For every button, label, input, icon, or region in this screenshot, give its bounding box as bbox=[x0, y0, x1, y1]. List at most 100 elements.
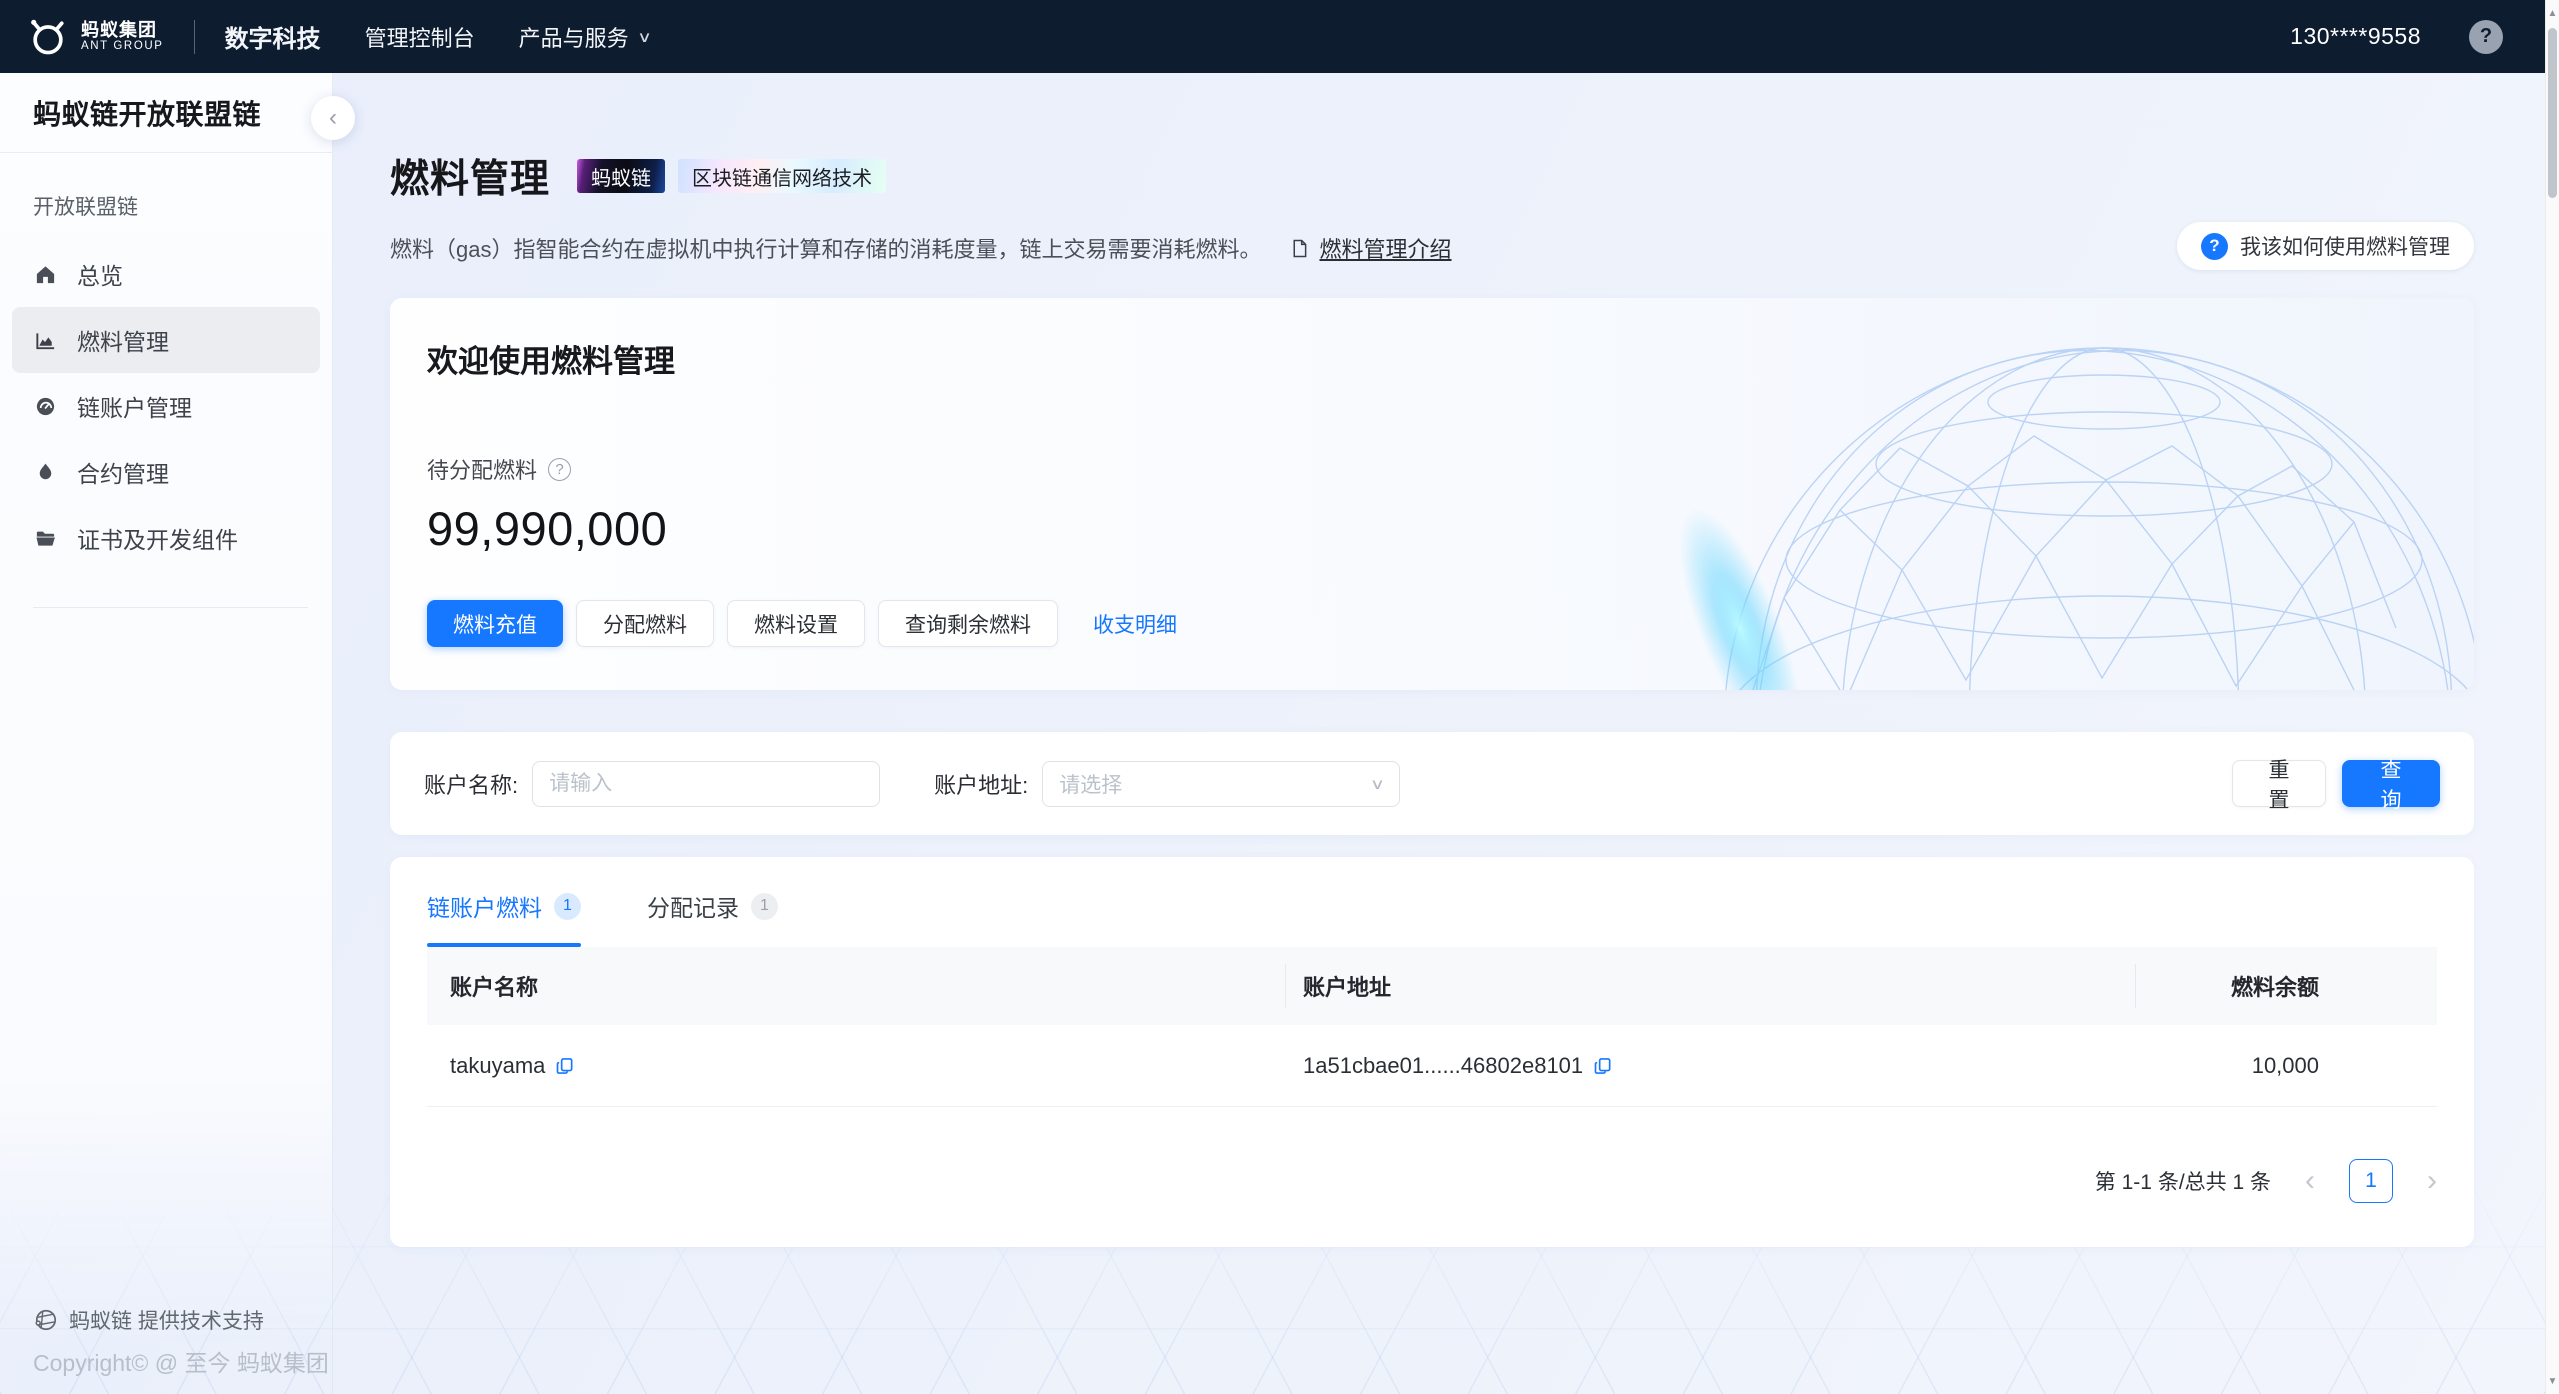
scroll-up-icon[interactable]: ▲ bbox=[2546, 0, 2559, 26]
sidebar-header: 蚂蚁链开放联盟链 bbox=[0, 73, 332, 153]
chevron-left-icon: ‹ bbox=[329, 104, 337, 132]
folder-icon bbox=[34, 527, 57, 550]
user-phone[interactable]: 130****9558 bbox=[2290, 23, 2421, 50]
fuel-intro-link[interactable]: 燃料管理介绍 bbox=[1319, 232, 1451, 264]
footer: 蚂蚁链 提供技术支持 Copyright© @ 至今 蚂蚁集团 bbox=[33, 1305, 329, 1378]
tab-allocation-records[interactable]: 分配记录 1 bbox=[647, 889, 778, 947]
nav-item-digital-tech[interactable]: 数字科技 bbox=[225, 19, 321, 54]
footer-provider: 蚂蚁链 提供技术支持 bbox=[33, 1305, 329, 1335]
sidebar-item-label: 燃料管理 bbox=[77, 323, 169, 357]
account-address-value: 1a51cbae01......46802e8101 bbox=[1303, 1053, 1583, 1079]
nav-item-products-label: 产品与服务 bbox=[519, 21, 629, 53]
chevron-down-icon: ∨ bbox=[1370, 775, 1385, 793]
antchain-icon bbox=[33, 1307, 59, 1333]
nav-item-products[interactable]: 产品与服务 ∨ bbox=[519, 21, 650, 53]
help-icon[interactable]: ? bbox=[2469, 20, 2503, 54]
sidebar-item-overview[interactable]: 总览 bbox=[12, 241, 320, 307]
fuel-settings-button[interactable]: 燃料设置 bbox=[727, 600, 865, 647]
page-badges: 蚂蚁链 区块链通信网络技术 bbox=[577, 159, 886, 193]
footer-copyright: Copyright© @ 至今 蚂蚁集团 bbox=[33, 1344, 329, 1378]
page-header-row: 燃料管理 蚂蚁链 区块链通信网络技术 bbox=[390, 148, 2474, 204]
pagination-page-1[interactable]: 1 bbox=[2349, 1159, 2393, 1203]
select-placeholder: 请选择 bbox=[1059, 769, 1122, 799]
copy-icon[interactable] bbox=[555, 1056, 575, 1076]
ant-logo-icon bbox=[26, 15, 70, 59]
reset-button[interactable]: 重 置 bbox=[2232, 760, 2326, 807]
pagination: 第 1-1 条/总共 1 条 ‹ 1 › bbox=[427, 1159, 2437, 1203]
query-remaining-fuel-button[interactable]: 查询剩余燃料 bbox=[878, 600, 1058, 647]
sidebar-item-certificates[interactable]: 证书及开发组件 bbox=[12, 505, 320, 571]
page-title: 燃料管理 bbox=[390, 148, 550, 204]
scroll-down-icon[interactable]: ▼ bbox=[2546, 1368, 2559, 1394]
page-description: 燃料（gas）指智能合约在虚拟机中执行计算和存储的消耗度量，链上交易需要消耗燃料… bbox=[390, 232, 1261, 264]
page-description-row: 燃料（gas）指智能合约在虚拟机中执行计算和存储的消耗度量，链上交易需要消耗燃料… bbox=[390, 232, 2474, 264]
question-circle-icon[interactable]: ? bbox=[548, 458, 571, 481]
sidebar-item-label: 链账户管理 bbox=[77, 389, 192, 423]
tab-chain-account-fuel[interactable]: 链账户燃料 1 bbox=[427, 889, 581, 947]
dashboard-icon bbox=[34, 395, 57, 418]
sidebar-item-fuel-management[interactable]: 燃料管理 bbox=[12, 307, 320, 373]
area-chart-icon bbox=[34, 329, 57, 352]
top-navbar: 蚂蚁集团 ANT GROUP 数字科技 管理控制台 产品与服务 ∨ 130***… bbox=[0, 0, 2545, 73]
page-scrollbar[interactable]: ▲ ▼ bbox=[2545, 0, 2559, 1394]
badge-blockchain-tech: 区块链通信网络技术 bbox=[678, 159, 886, 193]
table-card: 链账户燃料 1 分配记录 1 账户名称 账户地址 燃料余额 takuyama bbox=[390, 857, 2474, 1247]
pagination-prev-icon[interactable]: ‹ bbox=[2305, 1166, 2315, 1196]
flame-icon bbox=[34, 461, 57, 484]
tab-label: 分配记录 bbox=[647, 889, 739, 923]
cell-account-address: 1a51cbae01......46802e8101 bbox=[1285, 1053, 2135, 1079]
pagination-summary: 第 1-1 条/总共 1 条 bbox=[2095, 1166, 2271, 1196]
sidebar: 蚂蚁链开放联盟链 ‹ 开放联盟链 总览 燃料管理 bbox=[0, 73, 333, 1394]
sidebar-item-chain-accounts[interactable]: 链账户管理 bbox=[12, 373, 320, 439]
search-button[interactable]: 查 询 bbox=[2342, 760, 2440, 807]
nav-menu: 数字科技 管理控制台 产品与服务 ∨ bbox=[225, 19, 650, 54]
screen: 蚂蚁集团 ANT GROUP 数字科技 管理控制台 产品与服务 ∨ 130***… bbox=[0, 0, 2559, 1394]
tab-count-badge: 1 bbox=[554, 893, 581, 920]
account-address-select[interactable]: 请选择 ∨ bbox=[1042, 761, 1400, 807]
balance-value: 99,990,000 bbox=[427, 501, 2474, 556]
sidebar-item-label: 总览 bbox=[77, 257, 123, 291]
doc-link-wrap: 燃料管理介绍 bbox=[1289, 232, 1451, 264]
account-name-label: 账户名称: bbox=[424, 768, 518, 800]
welcome-card: 欢迎使用燃料管理 待分配燃料 ? 99,990,000 燃料充值 分配燃料 燃料… bbox=[390, 298, 2474, 690]
welcome-actions: 燃料充值 分配燃料 燃料设置 查询剩余燃料 收支明细 bbox=[427, 600, 2474, 647]
badge-antchain: 蚂蚁链 bbox=[577, 159, 665, 193]
ant-group-logo[interactable]: 蚂蚁集团 ANT GROUP bbox=[26, 15, 164, 59]
cell-fuel-balance: 10,000 bbox=[2135, 1053, 2437, 1079]
sidebar-item-contracts[interactable]: 合约管理 bbox=[12, 439, 320, 505]
main-content: 燃料管理 蚂蚁链 区块链通信网络技术 燃料（gas）指智能合约在虚拟机中执行计算… bbox=[333, 73, 2545, 1394]
how-to-use-label: 我该如何使用燃料管理 bbox=[2240, 231, 2450, 261]
brand-en: ANT GROUP bbox=[81, 40, 164, 53]
recharge-fuel-button[interactable]: 燃料充值 bbox=[427, 600, 563, 647]
scrollbar-thumb[interactable] bbox=[2548, 28, 2557, 198]
column-divider bbox=[2135, 964, 2136, 1008]
account-name-value: takuyama bbox=[450, 1053, 545, 1079]
balance-label: 待分配燃料 bbox=[427, 453, 537, 485]
allocate-fuel-button[interactable]: 分配燃料 bbox=[576, 600, 714, 647]
account-address-label: 账户地址: bbox=[934, 768, 1028, 800]
account-name-input[interactable] bbox=[532, 761, 880, 807]
copy-icon[interactable] bbox=[1593, 1056, 1613, 1076]
tabs: 链账户燃料 1 分配记录 1 bbox=[427, 857, 2437, 947]
how-to-use-button[interactable]: ? 我该如何使用燃料管理 bbox=[2177, 222, 2474, 270]
nav-divider bbox=[194, 20, 195, 54]
question-circle-icon: ? bbox=[2201, 233, 2228, 260]
income-expense-link[interactable]: 收支明细 bbox=[1093, 609, 1177, 639]
column-divider bbox=[1285, 964, 1286, 1008]
brand-text: 蚂蚁集团 ANT GROUP bbox=[81, 20, 164, 53]
column-fuel-balance: 燃料余额 bbox=[2135, 970, 2437, 1002]
column-account-name: 账户名称 bbox=[427, 970, 1285, 1002]
sidebar-item-label: 证书及开发组件 bbox=[77, 521, 238, 555]
sidebar-collapse-button[interactable]: ‹ bbox=[311, 96, 355, 140]
table-header: 账户名称 账户地址 燃料余额 bbox=[427, 947, 2437, 1025]
welcome-title: 欢迎使用燃料管理 bbox=[427, 336, 2474, 381]
document-icon bbox=[1289, 238, 1310, 259]
cell-account-name: takuyama bbox=[427, 1053, 1285, 1079]
home-icon bbox=[34, 263, 57, 286]
table-row: takuyama 1a51cbae01......46802e8101 bbox=[427, 1025, 2437, 1107]
chevron-down-icon: ∨ bbox=[637, 28, 652, 46]
footer-provider-text: 蚂蚁链 提供技术支持 bbox=[69, 1305, 264, 1335]
pagination-next-icon[interactable]: › bbox=[2427, 1166, 2437, 1196]
nav-item-console[interactable]: 管理控制台 bbox=[365, 21, 475, 53]
filter-card: 账户名称: 账户地址: 请选择 ∨ 重 置 查 询 bbox=[390, 732, 2474, 835]
